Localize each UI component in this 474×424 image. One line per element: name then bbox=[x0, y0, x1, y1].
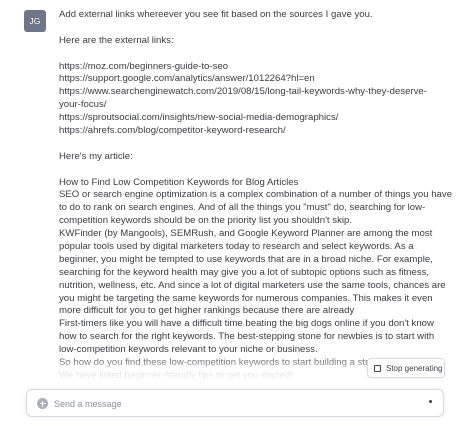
message-line: beginner, you might be tempted to use ke… bbox=[59, 253, 433, 265]
message-line: First-timers like you will have a diffic… bbox=[59, 318, 434, 330]
message-line: nutrition, wellness, etc. And since a lo… bbox=[59, 279, 446, 291]
message-line: https://sproutsocial.com/insights/new-so… bbox=[59, 112, 339, 124]
message-line: to do to rank on search engines. And of … bbox=[59, 202, 426, 214]
message-line: how to search for the right keywords. Th… bbox=[59, 331, 435, 343]
message-composer[interactable] bbox=[26, 389, 444, 417]
message-line: Here's my article: bbox=[59, 150, 133, 162]
message-line: competition keywords should be on the pr… bbox=[59, 215, 352, 227]
message-line: Here are the external links: bbox=[59, 34, 174, 46]
message-line: https://www.searchenginewatch.com/2019/0… bbox=[59, 86, 427, 98]
message-line: searching for the keyword health may giv… bbox=[59, 266, 430, 278]
send-icon[interactable] bbox=[429, 400, 432, 403]
stop-generating-label: Stop generating bbox=[386, 363, 443, 373]
message-line: popular tools used by digital marketers … bbox=[59, 241, 414, 253]
user-message-text: Add external links whereever you see fit… bbox=[59, 9, 453, 383]
plus-circle-icon[interactable] bbox=[37, 398, 48, 409]
message-line: How to Find Low Competition Keywords for… bbox=[59, 176, 299, 188]
user-message-row: JG Add external links whereever you see … bbox=[0, 0, 474, 385]
message-line: you might be targeting the same keywords… bbox=[59, 292, 433, 304]
message-line: https://ahrefs.com/blog/competitor-keywo… bbox=[59, 125, 286, 137]
message-line: https://moz.com/beginners-guide-to-seo bbox=[59, 60, 229, 72]
user-avatar: JG bbox=[24, 10, 46, 32]
message-line: KWFinder (by Mangools), SEMRush, and Goo… bbox=[59, 228, 433, 240]
stop-generating-button[interactable]: Stop generating bbox=[367, 358, 445, 378]
message-line: your-focus/ bbox=[59, 99, 107, 111]
message-line: low-competition keywords relevant to you… bbox=[59, 344, 318, 356]
message-line: Add external links whereever you see fit… bbox=[59, 9, 373, 20]
message-line: SEO or search engine optimization is a c… bbox=[59, 189, 453, 201]
stop-square-icon bbox=[374, 364, 381, 372]
message-line: more difficult for you to get higher ran… bbox=[59, 305, 355, 317]
message-line: https://support.google.com/analytics/ans… bbox=[59, 73, 315, 85]
message-input[interactable] bbox=[54, 396, 424, 411]
